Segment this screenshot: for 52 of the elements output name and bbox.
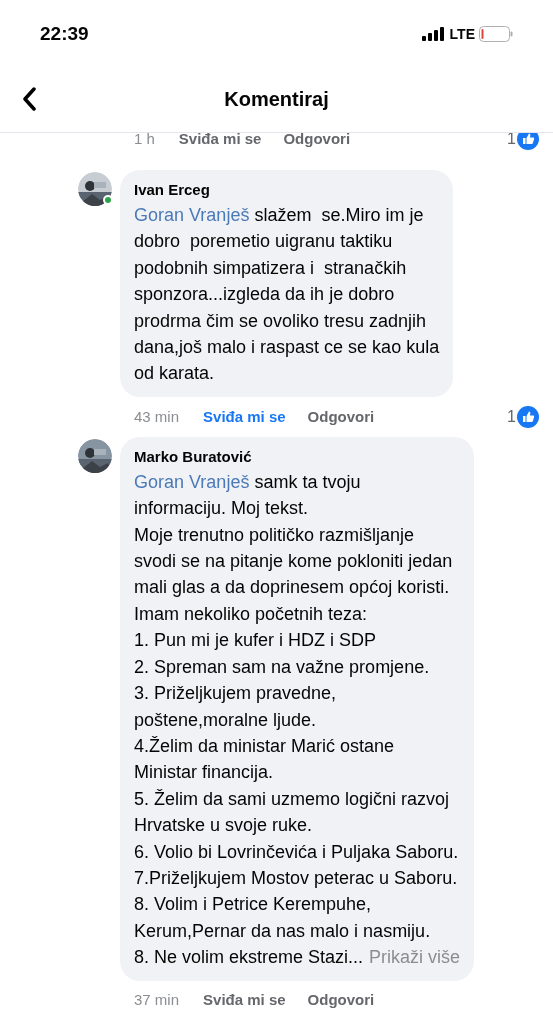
thumbs-up-icon — [517, 133, 539, 150]
comment-text: 8. Ne volim ekstreme Stazi... — [134, 946, 364, 970]
comment-text: svodi se na pitanje kome pokloniti jedan — [134, 550, 453, 574]
reply-link[interactable]: Odgovori — [307, 405, 375, 429]
comment-text: Kerum,Pernar da nas malo i nasmiju. — [134, 919, 431, 943]
comment-time: 37 min — [134, 990, 180, 1011]
comment-text: 1. Pun mi je kufer i HDZ i SDP — [134, 629, 377, 653]
status-time: 22:39 — [40, 21, 89, 46]
page-title: Komentiraj — [224, 87, 329, 112]
like-link[interactable]: Sviđa mi se — [203, 989, 286, 1012]
comment-text: mali glas a da doprinesem općoj koristi. — [134, 576, 450, 600]
comment-text: 2. Spreman sam na važne promjene. — [134, 655, 430, 679]
network-label: LTE — [449, 24, 475, 44]
mention-link[interactable]: Goran Vranješ — [134, 202, 250, 229]
comment-text: od karata. — [134, 362, 215, 386]
comment-text: informaciju. Moj tekst. — [134, 497, 309, 521]
see-more-link[interactable]: Prikaži više — [369, 944, 461, 971]
reply-link[interactable]: Odgovori — [283, 133, 351, 151]
back-icon — [22, 87, 36, 111]
battery-icon — [479, 26, 513, 42]
mention-link[interactable]: Goran Vranješ — [134, 468, 250, 496]
comment-text: 8. Volim i Petrice Kerempuhe, — [134, 893, 372, 917]
comment-text: Hrvatske u svoje ruke. — [134, 814, 313, 838]
comment-text: dana,još malo i raspast ce se kao kula — [134, 336, 440, 360]
reaction-count: 1 — [507, 133, 516, 149]
comment-text: poštene,moralne ljude. — [134, 708, 317, 732]
thumbs-up-icon — [517, 405, 539, 428]
avatar[interactable] — [78, 172, 112, 206]
reply-link[interactable]: Odgovori — [307, 989, 375, 1012]
comment-time: 43 min — [134, 406, 180, 427]
comment-text: samk ta tvoju — [253, 470, 361, 494]
comment-time: 1 h — [134, 133, 155, 149]
reaction-count: 1 — [507, 406, 516, 427]
comment-text: 5. Želim da sami uzmemo logični razvoj — [134, 787, 450, 811]
comment-text: sponzora...izgleda da ih je dobro — [134, 283, 395, 307]
comment-text: Imam nekoliko početnih teza: — [134, 602, 368, 626]
comment-text: 7.Priželjkujem Mostov peterac u Saboru. — [134, 866, 458, 890]
comment-text: podobnih simpatizera i stranačkih — [134, 256, 407, 280]
comment-text: 6. Volio bi Lovrinčevića i Puljaka Saboru. — [134, 840, 459, 864]
comment-text: prodrma čim se ovoliko tresu zadnjih — [134, 309, 427, 333]
like-link[interactable]: Sviđa mi se — [178, 133, 262, 151]
comment-text: dobro poremetio uigranu taktiku — [134, 230, 393, 254]
comment-text: Moje trenutno političko razmišljanje — [134, 523, 415, 547]
like-link[interactable]: Sviđa mi se — [203, 405, 286, 429]
comment-text: Ministar financija. — [134, 761, 274, 785]
comment-author[interactable]: Ivan Erceg — [134, 180, 440, 200]
signal-icon — [421, 27, 446, 41]
comment-author[interactable]: Marko Buratović — [134, 446, 461, 467]
avatar[interactable] — [78, 438, 112, 473]
comment-text: slažem se.Miro im je — [253, 204, 424, 227]
comment-text: 3. Priželjkujem pravedne, — [134, 682, 337, 706]
comment-text: 4.Želim da ministar Marić ostane — [134, 734, 395, 758]
